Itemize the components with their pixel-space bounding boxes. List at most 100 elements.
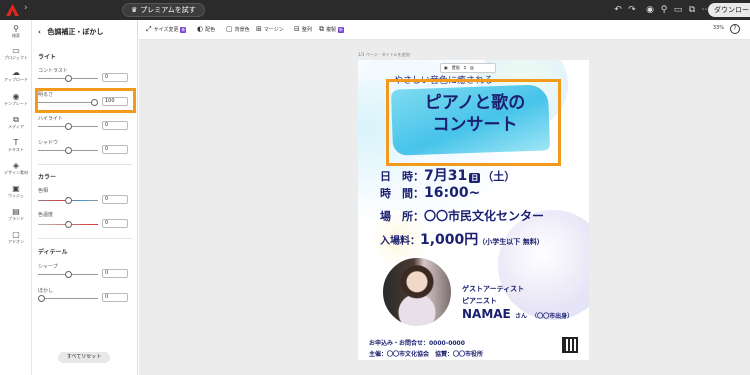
organizer-info[interactable]: 主催：〇〇市文化協会 協賛：〇〇市役所 xyxy=(369,349,483,358)
blur-label: ぼかし xyxy=(38,288,54,294)
highlight-value-input[interactable]: 0 xyxy=(102,121,128,130)
shadow-slider-knob[interactable] xyxy=(65,147,72,154)
sharpen-label: シャープ xyxy=(38,264,58,270)
editor-toolbar: ⤢ サイズ変更 新 ◐ 配色 ▢ 背景色 ⊞ マージン ⊟ 整列 ⧉ 複製 新 … xyxy=(139,20,750,40)
time-label: 時 間： xyxy=(380,187,424,200)
media-icon: ⧉ xyxy=(13,115,19,124)
background-button[interactable]: ▢ 背景色 xyxy=(226,25,250,33)
rail-label: プロジェクト xyxy=(4,55,28,60)
date-weekday: （土） xyxy=(482,170,516,183)
rail-label: アップロード xyxy=(4,77,28,82)
upload-icon: ☁ xyxy=(12,68,20,77)
undo-icon[interactable]: ↶ xyxy=(612,4,624,16)
share-icon[interactable]: ⧉ xyxy=(686,4,698,16)
blur-slider-knob[interactable] xyxy=(38,295,45,302)
guest-name-line[interactable]: NAMAE さん （〇〇市出身） xyxy=(462,307,573,321)
margin-button[interactable]: ⊞ マージン xyxy=(256,25,284,33)
contrast-value-input[interactable]: 0 xyxy=(102,73,128,82)
download-label: ダウンロー xyxy=(714,6,749,14)
shapes-icon: ◈ xyxy=(12,161,20,170)
rail-label: デザイン素材 xyxy=(4,170,28,175)
section-title-color: カラー xyxy=(38,174,57,181)
sharpen-slider-knob[interactable] xyxy=(65,271,72,278)
comment-icon[interactable]: ▭ xyxy=(672,4,684,16)
guest-artist-label[interactable]: ゲストアーティスト xyxy=(462,284,524,294)
shadow-label: シャドウ xyxy=(38,140,59,146)
grid-label: 整列 xyxy=(301,26,312,33)
contact-info[interactable]: お申込み・お問合せ：0000-0000 xyxy=(369,338,465,347)
date-value: 7月31 xyxy=(424,168,468,184)
qr-code-icon[interactable] xyxy=(562,337,578,353)
resize-button[interactable]: ⤢ サイズ変更 新 xyxy=(146,25,187,34)
rail-item-upload[interactable]: ☁ アップロード xyxy=(0,68,32,83)
app-logo-icon[interactable] xyxy=(6,4,19,16)
location-icon[interactable]: ⚲ xyxy=(658,4,670,16)
top-bar: › ♛ プレミアムを試す ↶ ↷ ◉ ⚲ ▭ ⧉ ⋯ ダウンロー xyxy=(0,0,750,20)
brightness-highlight-box xyxy=(35,88,136,113)
account-icon[interactable]: ◉ xyxy=(644,4,656,16)
rail-item-addon[interactable]: ▢ アドオン xyxy=(0,230,32,245)
place-line[interactable]: 場 所：〇〇市民文化センター xyxy=(380,207,544,224)
redo-icon[interactable]: ↷ xyxy=(626,4,638,16)
rail-item-project[interactable]: ▭ プロジェクト xyxy=(0,46,32,61)
template-icon: ◉ xyxy=(12,92,20,101)
rail-label: メディア xyxy=(8,124,24,129)
reset-all-button[interactable]: すべてリセット xyxy=(58,352,110,363)
copy-button[interactable]: ⧉ 複製 新 xyxy=(319,25,345,34)
rail-item-brand[interactable]: ▤ ブランド xyxy=(0,207,32,222)
blur-value-input[interactable]: 0 xyxy=(102,293,128,302)
grid-icon: ⊟ xyxy=(294,25,300,33)
rail-item-shapes[interactable]: ◈ デザイン素材 xyxy=(0,161,32,176)
design-button[interactable]: ◐ 配色 xyxy=(197,25,215,33)
margin-label: マージン xyxy=(263,26,284,33)
highlight-slider-knob[interactable] xyxy=(65,123,72,130)
highlight-label: ハイライト xyxy=(38,116,63,122)
delete-icon[interactable]: ▥ xyxy=(470,64,474,72)
contrast-slider-knob[interactable] xyxy=(65,75,72,82)
text-icon: T xyxy=(13,138,19,147)
sharpen-value-input[interactable]: 0 xyxy=(102,269,128,278)
shadow-value-input[interactable]: 0 xyxy=(102,145,128,154)
divider xyxy=(38,164,132,165)
date-line[interactable]: 日 時：7月31 日（土） xyxy=(380,165,515,185)
new-badge: 新 xyxy=(180,26,187,33)
hue-label: 色相 xyxy=(38,188,49,194)
rail-item-template[interactable]: ◉ テンプレート xyxy=(0,92,32,107)
copy-icon: ⧉ xyxy=(319,25,324,33)
help-icon[interactable]: ? xyxy=(730,24,740,34)
folder-icon: ▭ xyxy=(12,46,20,55)
resize-icon: ⤢ xyxy=(146,25,152,33)
hue-slider-knob[interactable] xyxy=(65,197,72,204)
selected-element-highlight xyxy=(386,79,561,166)
guest-suffix: さん xyxy=(514,313,527,320)
page-title-hint[interactable]: 1/1 ページ - タイトルを追加 xyxy=(358,52,410,58)
rail-item-media[interactable]: ⧉ メディア xyxy=(0,115,32,130)
rail-item-widget[interactable]: ▣ ウィジェ xyxy=(0,184,32,199)
fee-line[interactable]: 入場料：1,000円（小学生以下 無料） xyxy=(380,229,544,249)
zoom-level[interactable]: 33% xyxy=(713,25,724,31)
replace-icon[interactable]: ▣ xyxy=(444,64,448,72)
crop-icon[interactable]: ⌗ xyxy=(464,64,466,72)
rail-item-text[interactable]: T テキスト xyxy=(0,138,32,153)
time-line[interactable]: 時 間：16:00~ xyxy=(380,185,480,201)
download-button[interactable]: ダウンロー xyxy=(708,3,750,17)
temperature-slider-knob[interactable] xyxy=(65,221,72,228)
grid-button[interactable]: ⊟ 整列 xyxy=(294,25,312,33)
try-premium-button[interactable]: ♛ プレミアムを試す xyxy=(122,3,205,17)
place-value: 〇〇市民文化センター xyxy=(424,209,545,223)
premium-label: プレミアムを試す xyxy=(140,6,196,14)
temperature-value-input[interactable]: 0 xyxy=(102,219,128,228)
guest-role[interactable]: ピアニスト xyxy=(462,296,497,306)
back-arrow-icon[interactable]: ‹ xyxy=(38,28,41,36)
rail-item-search[interactable]: ⚲ 検索 xyxy=(0,24,32,39)
left-rail: ⚲ 検索 ▭ プロジェクト ☁ アップロード ◉ テンプレート ⧉ メディア T… xyxy=(0,20,32,375)
replace-label[interactable]: 置換 xyxy=(452,64,460,72)
guest-photo[interactable] xyxy=(381,256,453,328)
chevron-right-icon[interactable]: › xyxy=(24,3,28,13)
addon-icon: ▢ xyxy=(12,230,20,239)
decor-bubble xyxy=(498,210,589,320)
hue-value-input[interactable]: 0 xyxy=(102,195,128,204)
rail-label: ブランド xyxy=(8,216,24,221)
date-label: 日 時： xyxy=(380,170,424,183)
blur-slider-track[interactable] xyxy=(38,298,98,299)
